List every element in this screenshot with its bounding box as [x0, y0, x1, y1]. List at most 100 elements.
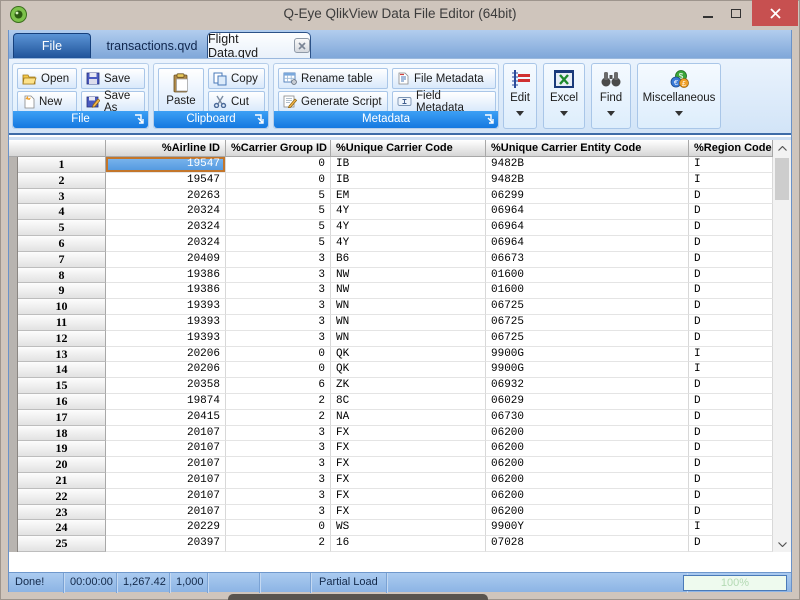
save-as-button[interactable]: Save As: [81, 91, 145, 112]
table-cell[interactable]: NW: [331, 283, 486, 299]
table-cell[interactable]: 20324: [106, 236, 226, 252]
dialog-launcher-icon[interactable]: [134, 114, 145, 125]
row-header[interactable]: 25: [18, 536, 106, 552]
table-cell[interactable]: 20107: [106, 457, 226, 473]
find-dropdown-button[interactable]: Find: [591, 63, 631, 129]
save-button[interactable]: Save: [81, 68, 145, 89]
table-cell[interactable]: 3: [226, 331, 331, 347]
vertical-scroll-thumb[interactable]: [775, 158, 789, 200]
table-cell[interactable]: 06200: [486, 489, 689, 505]
row-header[interactable]: 13: [18, 347, 106, 363]
table-cell[interactable]: I: [689, 520, 773, 536]
table-cell[interactable]: 3: [226, 299, 331, 315]
grid-corner-cell[interactable]: [9, 140, 106, 157]
table-cell[interactable]: 3: [226, 268, 331, 284]
table-cell[interactable]: QK: [331, 362, 486, 378]
table-cell[interactable]: 6: [226, 378, 331, 394]
table-cell[interactable]: 9482B: [486, 157, 689, 173]
table-cell[interactable]: 2: [226, 394, 331, 410]
table-cell[interactable]: 20415: [106, 410, 226, 426]
new-button[interactable]: New: [17, 91, 77, 112]
row-header[interactable]: 20: [18, 457, 106, 473]
table-cell[interactable]: 9900Y: [486, 520, 689, 536]
column-header-3[interactable]: %Unique Carrier Code: [331, 140, 486, 157]
row-header[interactable]: 2: [18, 173, 106, 189]
table-cell[interactable]: 01600: [486, 283, 689, 299]
table-cell[interactable]: 19393: [106, 299, 226, 315]
minimize-button[interactable]: [694, 0, 722, 26]
table-cell[interactable]: D: [689, 441, 773, 457]
table-cell[interactable]: 9482B: [486, 173, 689, 189]
table-cell[interactable]: 3: [226, 473, 331, 489]
table-cell[interactable]: 06200: [486, 441, 689, 457]
table-cell[interactable]: 20397: [106, 536, 226, 552]
cut-button[interactable]: Cut: [208, 91, 265, 112]
table-cell[interactable]: D: [689, 378, 773, 394]
table-cell[interactable]: 20324: [106, 220, 226, 236]
table-cell[interactable]: 19874: [106, 394, 226, 410]
table-cell[interactable]: 4Y: [331, 220, 486, 236]
table-cell[interactable]: 06029: [486, 394, 689, 410]
table-cell[interactable]: 16: [331, 536, 486, 552]
table-cell[interactable]: FX: [331, 441, 486, 457]
row-header[interactable]: 12: [18, 331, 106, 347]
table-cell[interactable]: 06200: [486, 457, 689, 473]
row-header[interactable]: 23: [18, 505, 106, 521]
table-cell[interactable]: 06725: [486, 299, 689, 315]
table-cell[interactable]: 20229: [106, 520, 226, 536]
excel-dropdown-button[interactable]: Excel: [543, 63, 585, 129]
table-cell[interactable]: D: [689, 220, 773, 236]
table-cell[interactable]: 0: [226, 157, 331, 173]
table-cell[interactable]: 3: [226, 457, 331, 473]
row-header[interactable]: 16: [18, 394, 106, 410]
title-bar[interactable]: Q-Eye QlikView Data File Editor (64bit): [0, 0, 800, 30]
row-header[interactable]: 15: [18, 378, 106, 394]
row-header[interactable]: 22: [18, 489, 106, 505]
table-cell[interactable]: D: [689, 536, 773, 552]
scroll-down-button[interactable]: [773, 536, 791, 552]
table-cell[interactable]: WN: [331, 299, 486, 315]
table-cell[interactable]: 3: [226, 283, 331, 299]
column-header-1[interactable]: %Airline ID: [106, 140, 226, 157]
column-header-4[interactable]: %Unique Carrier Entity Code: [486, 140, 689, 157]
file-metadata-button[interactable]: File Metadata: [392, 68, 496, 89]
table-cell[interactable]: D: [689, 394, 773, 410]
table-cell[interactable]: 5: [226, 204, 331, 220]
row-header[interactable]: 24: [18, 520, 106, 536]
row-header[interactable]: 14: [18, 362, 106, 378]
maximize-button[interactable]: [722, 0, 750, 26]
tab-flight-data[interactable]: Flight Data.qvd: [207, 32, 311, 58]
table-cell[interactable]: D: [689, 410, 773, 426]
file-menu-button[interactable]: File: [13, 33, 91, 58]
table-cell[interactable]: 01600: [486, 268, 689, 284]
table-cell[interactable]: 20206: [106, 362, 226, 378]
table-cell[interactable]: 8C: [331, 394, 486, 410]
table-cell[interactable]: D: [689, 473, 773, 489]
table-cell[interactable]: D: [689, 489, 773, 505]
table-cell[interactable]: 20107: [106, 473, 226, 489]
row-header[interactable]: 21: [18, 473, 106, 489]
table-cell[interactable]: 4Y: [331, 204, 486, 220]
table-cell[interactable]: D: [689, 268, 773, 284]
table-cell[interactable]: 19386: [106, 283, 226, 299]
table-cell[interactable]: D: [689, 236, 773, 252]
row-header[interactable]: 9: [18, 283, 106, 299]
table-cell[interactable]: 07028: [486, 536, 689, 552]
table-cell[interactable]: 3: [226, 489, 331, 505]
table-cell[interactable]: 19547: [106, 173, 226, 189]
table-cell[interactable]: 5: [226, 236, 331, 252]
table-cell[interactable]: EM: [331, 189, 486, 205]
table-cell[interactable]: 2: [226, 410, 331, 426]
table-cell[interactable]: 20107: [106, 489, 226, 505]
table-cell[interactable]: 06730: [486, 410, 689, 426]
table-cell[interactable]: FX: [331, 505, 486, 521]
row-header[interactable]: 3: [18, 189, 106, 205]
table-cell[interactable]: FX: [331, 489, 486, 505]
table-cell[interactable]: 20324: [106, 204, 226, 220]
table-cell[interactable]: ZK: [331, 378, 486, 394]
tab-close-button[interactable]: [294, 38, 310, 53]
table-cell[interactable]: NW: [331, 268, 486, 284]
table-cell[interactable]: 0: [226, 173, 331, 189]
table-cell[interactable]: 06964: [486, 220, 689, 236]
table-cell[interactable]: 5: [226, 189, 331, 205]
